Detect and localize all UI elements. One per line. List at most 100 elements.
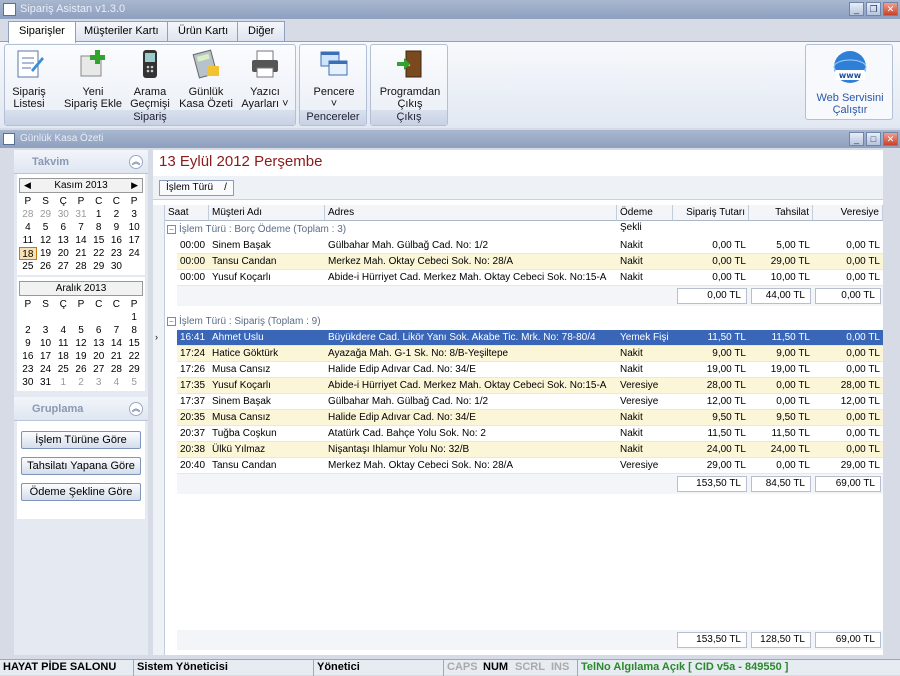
table-row[interactable]: 00:00 Sinem Başak Gülbahar Mah. Gülbağ Cad… [177,238,883,254]
calendar-day[interactable]: 20 [54,247,72,260]
calendar-day[interactable]: 10 [125,221,143,234]
calendar-day[interactable]: 19 [72,350,90,363]
calendar-day[interactable]: 1 [90,208,108,221]
group-by-transaction-type-button[interactable]: İşlem Türüne Göre [21,431,141,449]
calendar-day[interactable]: 21 [72,247,90,260]
column-header-credit[interactable]: Veresiye [813,205,883,221]
calendar-day[interactable]: 3 [90,376,108,389]
calendar-day[interactable]: 10 [37,337,55,350]
calendar-day[interactable]: 2 [108,208,126,221]
column-header-address[interactable]: Adres [325,205,617,221]
grouping-panel-header[interactable]: Gruplama ︽ [14,397,148,421]
calendar-day[interactable]: 1 [125,311,143,324]
calendar-day[interactable]: 3 [125,208,143,221]
calendar-day[interactable]: 14 [72,234,90,247]
close-icon[interactable]: ✕ [883,132,898,146]
calendar-panel-header[interactable]: Takvim ︽ [14,150,148,174]
calendar-day[interactable]: 27 [54,260,72,273]
table-row[interactable]: 17:26 Musa Cansız Halide Edip Adıvar Cad. … [177,362,883,378]
calendar-day[interactable]: 22 [90,247,108,260]
calendar-day[interactable]: 14 [108,337,126,350]
column-header-customer[interactable]: Müşteri Adı [209,205,325,221]
calendar-day[interactable]: 27 [90,363,108,376]
calendar-day[interactable]: 11 [19,234,37,247]
tab-siparisler[interactable]: Siparişler [8,21,76,43]
calendar-day[interactable]: 4 [108,376,126,389]
calendar-day[interactable]: 8 [125,324,143,337]
calendar-day[interactable]: 26 [72,363,90,376]
restore-icon[interactable]: ❐ [866,2,881,16]
group-row[interactable]: − İşlem Türü : Borç Ödeme (Toplam : 3) [165,222,883,238]
calendar-day[interactable]: 13 [90,337,108,350]
calendar-day[interactable]: 31 [37,376,55,389]
exit-program-button[interactable]: Programdan Çıkış [375,48,445,110]
calendar-day[interactable]: 26 [37,260,55,273]
table-row[interactable]: 17:24 Hatice Göktürk Ayazağa Mah. G-1 Sk. … [177,346,883,362]
calendar-day[interactable]: 28 [19,208,37,221]
minimize-icon[interactable]: _ [849,2,864,16]
table-row[interactable]: 16:41 Ahmet Uslu Büyükdere Cad. Likör Yanı… [177,330,883,346]
calendar-day[interactable]: 21 [108,350,126,363]
calendar-day[interactable]: 9 [19,337,37,350]
calendar-day[interactable]: 5 [125,376,143,389]
calendar-day[interactable]: 9 [108,221,126,234]
column-header-order-amount[interactable]: Sipariş Tutarı [673,205,749,221]
calendar-day[interactable]: 2 [72,376,90,389]
table-row[interactable]: 20:38 Ülkü Yılmaz Nişantaşı Ihlamur Yolu N… [177,442,883,458]
table-row[interactable]: 00:00 Tansu Candan Merkez Mah. Oktay Cebec… [177,254,883,270]
calendar-day[interactable]: 28 [108,363,126,376]
web-service-button[interactable]: www Web Servisini Çalıştır [808,48,892,116]
group-by-collector-button[interactable]: Tahsilatı Yapana Göre [21,457,141,475]
collapse-icon[interactable]: ︽ [129,402,143,416]
calendar-day[interactable]: 29 [125,363,143,376]
calendar-day[interactable]: 23 [108,247,126,260]
maximize-icon[interactable]: □ [866,132,881,146]
calendar-day[interactable]: 30 [54,208,72,221]
tab-urun-karti[interactable]: Ürün Kartı [167,21,240,42]
calendar-day[interactable]: 29 [90,260,108,273]
calendar-day[interactable]: 4 [19,221,37,234]
calendar-day[interactable]: 20 [90,350,108,363]
calendar-day[interactable]: 4 [54,324,72,337]
collapse-icon[interactable]: ︽ [129,155,143,169]
calendar-day[interactable]: 5 [72,324,90,337]
table-row[interactable]: 20:37 Tuğba Coşkun Atatürk Cad. Bahçe Yolu… [177,426,883,442]
prev-month-icon[interactable]: ◀ [24,179,31,192]
calendar-day[interactable]: 29 [37,208,55,221]
table-row[interactable]: 17:35 Yusuf Koçarlı Abide-i Hürriyet Cad. … [177,378,883,394]
minimize-icon[interactable]: _ [849,132,864,146]
column-header-payment-method[interactable]: Ödeme Şekli [617,205,673,233]
calendar-day[interactable]: 25 [19,260,37,273]
calendar-day[interactable]: 24 [125,247,143,260]
collapse-group-icon[interactable]: − [167,317,176,326]
calendar-day[interactable]: 16 [19,350,37,363]
close-icon[interactable]: ✕ [883,2,898,16]
add-order-button[interactable]: Yeni Sipariş Ekle [63,48,123,110]
calendar-day[interactable]: 22 [125,350,143,363]
daily-cash-summary-button[interactable]: Günlük Kasa Özeti [179,48,233,110]
calendar-day[interactable]: 12 [72,337,90,350]
calendar-day[interactable]: 16 [108,234,126,247]
table-row[interactable]: 17:37 Sinem Başak Gülbahar Mah. Gülbağ Cad… [177,394,883,410]
collapse-group-icon[interactable]: − [167,225,176,234]
tab-diger[interactable]: Diğer [237,21,286,42]
calendar-day[interactable]: 13 [54,234,72,247]
group-by-payment-method-button[interactable]: Ödeme Şekline Göre [21,483,141,501]
calendar-day[interactable]: 7 [72,221,90,234]
calendar-day[interactable]: 6 [90,324,108,337]
calendar-day[interactable]: 11 [54,337,72,350]
calendar-day[interactable]: 5 [37,221,55,234]
calendar-day[interactable]: 6 [54,221,72,234]
calendar-day[interactable]: 3 [37,324,55,337]
calendar-day[interactable]: 12 [37,234,55,247]
group-by-chip[interactable]: İşlem Türü / [159,180,234,196]
group-row[interactable]: − İşlem Türü : Sipariş (Toplam : 9) [165,314,883,330]
calendar-day[interactable]: 18 [19,247,37,260]
calendar-day[interactable]: 2 [19,324,37,337]
calendar-day[interactable]: 25 [54,363,72,376]
call-history-button[interactable]: Arama Geçmişi [126,48,174,110]
calendar-day[interactable]: 24 [37,363,55,376]
calendar-day[interactable]: 17 [125,234,143,247]
calendar-day[interactable]: 30 [19,376,37,389]
order-list-button[interactable]: Sipariş Listesi [9,48,49,110]
